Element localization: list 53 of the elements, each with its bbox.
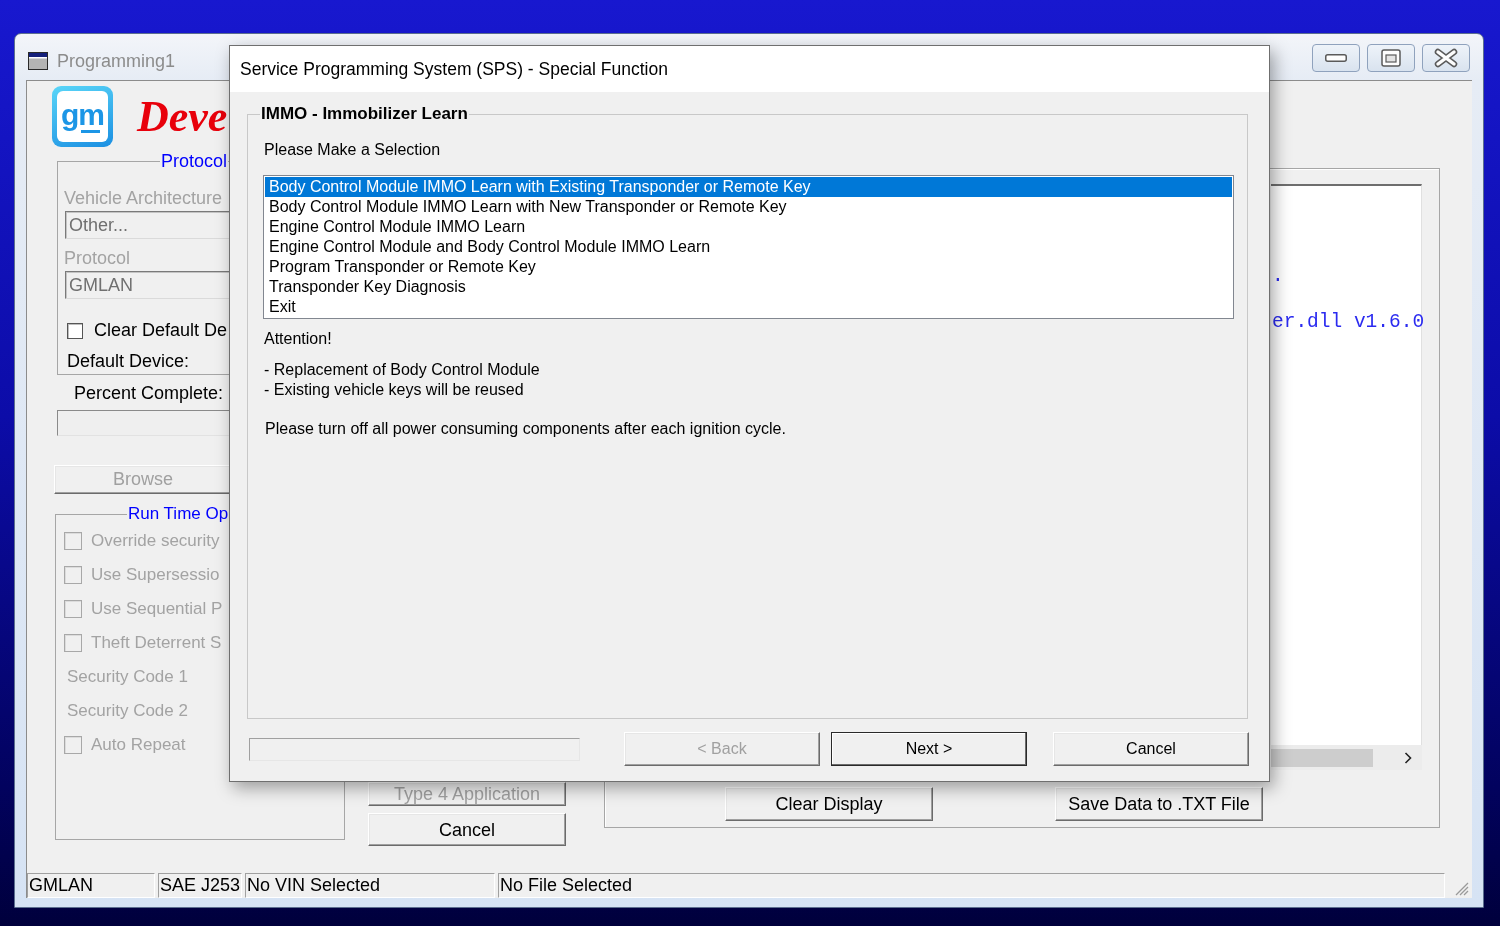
instruction-text: Please turn off all power consuming components after each ignition cycle. — [265, 419, 786, 439]
group-label: Run Time Op — [127, 504, 230, 524]
list-option[interactable]: Program Transponder or Remote Key — [265, 257, 1232, 277]
status-cell: SAE J253 — [158, 873, 242, 898]
checkbox[interactable] — [67, 322, 83, 339]
status-cell: No File Selected — [498, 873, 1445, 898]
checkbox-label: Clear Default De — [94, 320, 228, 341]
status-cell: No VIN Selected — [245, 873, 495, 898]
checkbox-label: Use Supersessio — [91, 565, 220, 585]
field-label: Vehicle Architecture — [64, 188, 223, 209]
field-label: Security Code 1 — [67, 667, 188, 687]
close-icon — [1434, 48, 1458, 68]
app-title: Deve — [137, 94, 228, 139]
percent-complete-label: Percent Complete: — [74, 382, 224, 404]
horizontal-scrollbar[interactable] — [1271, 745, 1422, 770]
maximize-icon — [1381, 49, 1401, 67]
field-label: Security Code 2 — [67, 701, 188, 721]
minimize-icon — [1325, 54, 1347, 62]
checkbox-label: Theft Deterrent S — [91, 633, 222, 653]
list-option[interactable]: Engine Control Module and Body Control Module IMMO Learn — [265, 237, 1232, 257]
brand-logo: gm — [52, 86, 113, 147]
dialog-title: Service Programming System (SPS) - Special Function — [240, 58, 668, 80]
output-button[interactable]: Save Data to .TXT File — [1055, 787, 1263, 821]
note-text: - Replacement of Body Control Module — [264, 360, 540, 380]
status-cell: GMLAN — [27, 873, 155, 898]
group-label: Protocol — [160, 151, 229, 172]
dialog-button[interactable]: Next > — [831, 732, 1027, 766]
default-device-label: Default Device: — [67, 351, 190, 372]
list-option[interactable]: Body Control Module IMMO Learn with Existing Transponder or Remote Key — [265, 177, 1232, 197]
checkbox-label: Override security — [91, 531, 220, 551]
minimize-button[interactable] — [1312, 44, 1360, 72]
group-label: IMMO - Immobilizer Learn — [260, 104, 469, 124]
field-label: Protocol — [64, 248, 131, 269]
window-icon — [28, 52, 48, 70]
chevron-right-icon[interactable] — [1404, 751, 1412, 764]
list-option[interactable]: Transponder Key Diagnosis — [265, 277, 1232, 297]
output-line: er.dll v1.6.0 — [1272, 311, 1425, 335]
list-option[interactable]: Exit — [265, 297, 1232, 317]
checkbox-label: Auto Repeat — [91, 735, 186, 755]
attention-text: Attention! — [264, 329, 332, 349]
window-title: Programming1 — [57, 50, 176, 72]
output-line: . — [1272, 265, 1284, 289]
prompt-text: Please Make a Selection — [264, 140, 441, 160]
note-text: - Existing vehicle keys will be reused — [264, 380, 524, 400]
dialog-button[interactable]: Cancel — [1053, 732, 1249, 766]
list-option[interactable]: Engine Control Module IMMO Learn — [265, 217, 1232, 237]
maximize-button[interactable] — [1367, 44, 1415, 72]
action-button[interactable]: Cancel — [368, 813, 566, 846]
resize-grip-icon[interactable] — [1455, 882, 1469, 896]
list-option[interactable]: Body Control Module IMMO Learn with New Transponder or Remote Key — [265, 197, 1232, 217]
close-button[interactable] — [1422, 44, 1470, 72]
output-button[interactable]: Clear Display — [725, 787, 933, 821]
checkbox-label: Use Sequential P — [91, 599, 223, 619]
